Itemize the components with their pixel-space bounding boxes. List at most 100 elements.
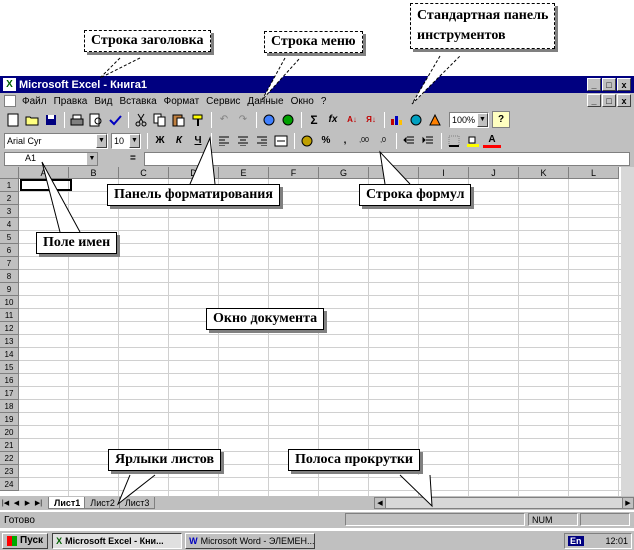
row-header[interactable]: 23 <box>0 465 19 478</box>
name-box[interactable]: A1 ▼ <box>4 151 98 166</box>
menu-view[interactable]: Вид <box>94 96 112 107</box>
menu-file[interactable]: Файл <box>22 96 47 107</box>
zoom-select[interactable]: 100% ▼ <box>449 111 489 128</box>
redo-icon[interactable]: ↷ <box>234 111 252 128</box>
sort-descending-icon[interactable]: Я↓ <box>362 111 380 128</box>
taskbar-word[interactable]: W Microsoft Word - ЭЛЕМЕН... <box>185 532 316 549</box>
document-icon[interactable] <box>4 95 16 107</box>
drawing-icon[interactable] <box>426 111 444 128</box>
last-sheet-icon[interactable]: ▶| <box>33 497 44 509</box>
chevron-down-icon[interactable]: ▼ <box>129 133 140 148</box>
row-header[interactable]: 21 <box>0 439 19 452</box>
column-header[interactable]: K <box>519 167 569 179</box>
sheet-tab-3[interactable]: Лист3 <box>118 497 156 509</box>
row-header[interactable]: 6 <box>0 244 19 257</box>
row-header[interactable]: 4 <box>0 218 19 231</box>
column-header[interactable]: H <box>369 167 419 179</box>
equals-button[interactable]: = <box>130 153 136 164</box>
comma-button[interactable]: , <box>336 132 354 149</box>
italic-button[interactable]: К <box>170 132 188 149</box>
sort-ascending-icon[interactable]: A↓ <box>343 111 361 128</box>
help-icon[interactable]: ? <box>492 111 510 128</box>
taskbar-excel[interactable]: X Microsoft Excel - Кни... <box>52 532 183 549</box>
column-header[interactable]: I <box>419 167 469 179</box>
align-right-icon[interactable] <box>253 132 271 149</box>
doc-minimize-button[interactable]: _ <box>587 94 601 107</box>
doc-maximize-button[interactable]: □ <box>602 94 616 107</box>
new-file-icon[interactable] <box>4 111 22 128</box>
paste-icon[interactable] <box>170 111 188 128</box>
web-toolbar-icon[interactable] <box>279 111 297 128</box>
minimize-button[interactable]: _ <box>587 78 601 91</box>
underline-button[interactable]: Ч <box>189 132 207 149</box>
chevron-down-icon[interactable]: ▼ <box>96 133 107 148</box>
menu-help[interactable]: ? <box>321 96 327 107</box>
font-select[interactable]: Arial Cyr ▼ <box>4 132 108 149</box>
print-preview-icon[interactable] <box>87 111 105 128</box>
align-center-icon[interactable] <box>234 132 252 149</box>
decrease-decimal-icon[interactable]: ,0 <box>374 132 392 149</box>
menu-data[interactable]: Данные <box>247 96 283 107</box>
save-icon[interactable] <box>42 111 60 128</box>
increase-indent-icon[interactable] <box>419 132 437 149</box>
row-header[interactable]: 10 <box>0 296 19 309</box>
map-icon[interactable] <box>407 111 425 128</box>
excel-app-icon[interactable]: X <box>3 78 16 91</box>
start-button[interactable]: Пуск <box>2 532 49 549</box>
sheet-tab-1[interactable]: Лист1 <box>48 497 87 509</box>
column-header[interactable]: E <box>219 167 269 179</box>
row-header[interactable]: 16 <box>0 374 19 387</box>
column-header[interactable]: B <box>69 167 119 179</box>
font-color-icon[interactable]: A <box>483 134 501 148</box>
row-header[interactable]: 1 <box>0 179 19 192</box>
print-icon[interactable] <box>68 111 86 128</box>
menu-tools[interactable]: Сервис <box>206 96 240 107</box>
chevron-down-icon[interactable]: ▼ <box>477 112 488 127</box>
row-header[interactable]: 13 <box>0 335 19 348</box>
decrease-indent-icon[interactable] <box>400 132 418 149</box>
row-header[interactable]: 7 <box>0 257 19 270</box>
scroll-right-icon[interactable]: ▶ <box>622 498 633 508</box>
row-header[interactable]: 9 <box>0 283 19 296</box>
spreadsheet-grid[interactable]: A B C D E F G H I J K L 1 2 3 4 5 6 7 8 9 10 11 12 13 14 15 16 17 18 1… <box>0 167 621 496</box>
align-left-icon[interactable] <box>215 132 233 149</box>
chart-wizard-icon[interactable] <box>388 111 406 128</box>
next-sheet-icon[interactable]: ▶ <box>22 497 33 509</box>
column-header[interactable]: G <box>319 167 369 179</box>
select-all-corner[interactable] <box>0 167 19 179</box>
percent-button[interactable]: % <box>317 132 335 149</box>
font-size-select[interactable]: 10 ▼ <box>111 132 141 149</box>
sheet-tab-2[interactable]: Лист2 <box>84 497 121 509</box>
column-header[interactable]: D <box>169 167 219 179</box>
undo-icon[interactable]: ↶ <box>215 111 233 128</box>
row-header[interactable]: 18 <box>0 400 19 413</box>
horizontal-scrollbar[interactable]: ◀ ▶ <box>374 497 634 509</box>
first-sheet-icon[interactable]: |◀ <box>0 497 11 509</box>
column-header[interactable]: J <box>469 167 519 179</box>
close-button[interactable]: x <box>617 78 631 91</box>
column-header[interactable]: L <box>569 167 619 179</box>
column-header[interactable]: A <box>19 167 69 179</box>
row-header[interactable]: 8 <box>0 270 19 283</box>
row-header[interactable]: 22 <box>0 452 19 465</box>
spelling-icon[interactable] <box>106 111 124 128</box>
column-header[interactable]: C <box>119 167 169 179</box>
menu-format[interactable]: Формат <box>164 96 200 107</box>
row-header[interactable]: 5 <box>0 231 19 244</box>
formula-input[interactable] <box>144 151 630 166</box>
maximize-button[interactable]: □ <box>602 78 616 91</box>
row-header[interactable]: 3 <box>0 205 19 218</box>
cut-icon[interactable] <box>132 111 150 128</box>
chevron-down-icon[interactable]: ▼ <box>87 152 97 165</box>
hyperlink-icon[interactable] <box>260 111 278 128</box>
fill-color-icon[interactable] <box>464 132 482 149</box>
menu-edit[interactable]: Правка <box>54 96 88 107</box>
row-header[interactable]: 15 <box>0 361 19 374</box>
format-painter-icon[interactable] <box>189 111 207 128</box>
column-header[interactable]: F <box>269 167 319 179</box>
merge-center-icon[interactable] <box>272 132 290 149</box>
row-header[interactable]: 17 <box>0 387 19 400</box>
paste-function-icon[interactable]: fx <box>324 111 342 128</box>
menu-window[interactable]: Окно <box>291 96 314 107</box>
row-header[interactable]: 11 <box>0 309 19 322</box>
